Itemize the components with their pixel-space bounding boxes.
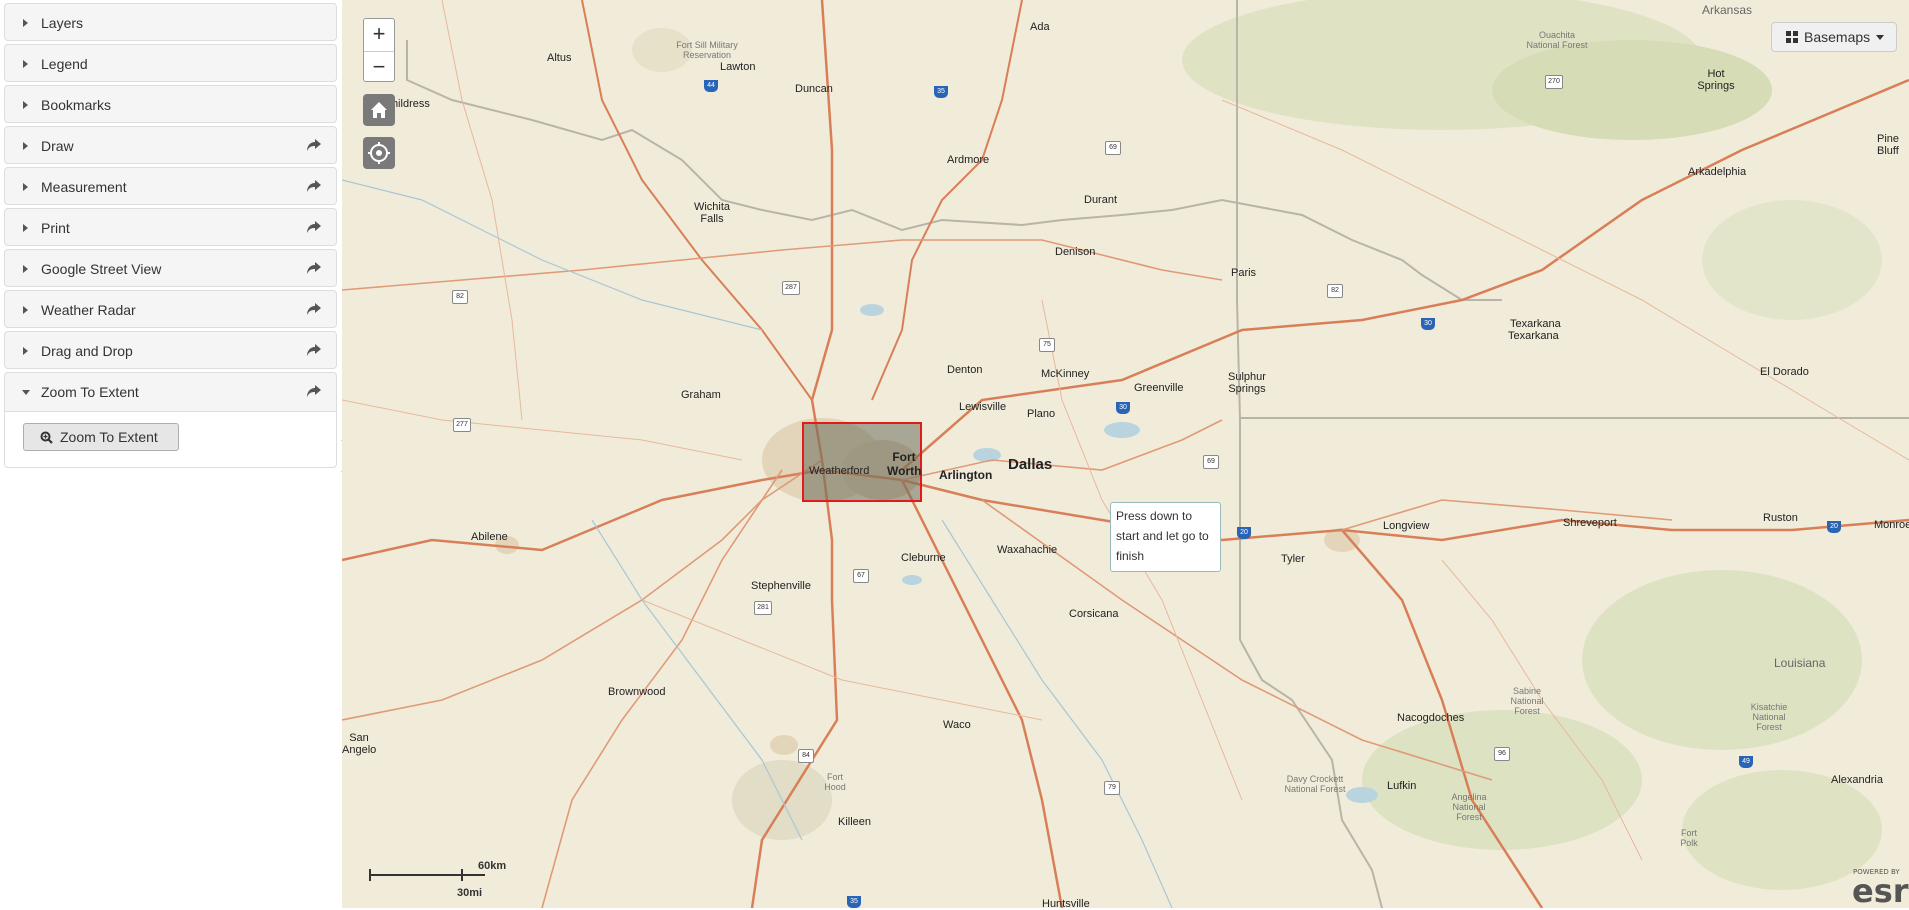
highway-shields: 44 35 69 82 287 75 30 82 270 30 277 69 2… bbox=[342, 0, 1909, 908]
interstate-shield: 44 bbox=[704, 80, 718, 92]
caret-right-icon bbox=[23, 183, 28, 191]
zoom-in-button[interactable]: + bbox=[364, 19, 394, 50]
basemaps-label: Basemaps bbox=[1804, 29, 1871, 45]
panel-title: Weather Radar bbox=[41, 302, 136, 318]
draw-tooltip: Press down to start and let go to finish bbox=[1110, 502, 1221, 572]
share-icon[interactable] bbox=[306, 384, 322, 398]
zoom-to-extent-panel-body: Zoom To Extent bbox=[4, 412, 337, 468]
panel-title: Bookmarks bbox=[41, 97, 112, 113]
home-button[interactable] bbox=[363, 94, 395, 126]
interstate-shield: 20 bbox=[1237, 527, 1251, 539]
share-icon[interactable] bbox=[306, 302, 322, 316]
locate-button[interactable] bbox=[363, 137, 395, 169]
panel-layers[interactable]: Layers bbox=[4, 3, 337, 41]
panel-title: Google Street View bbox=[41, 261, 162, 277]
scale-bar: 60km 30mi bbox=[369, 860, 506, 899]
interstate-shield: 30 bbox=[1421, 318, 1435, 330]
zoom-search-icon bbox=[40, 431, 53, 444]
scale-line bbox=[369, 874, 485, 876]
esri-logo: POWERED BY esri bbox=[1850, 866, 1909, 910]
us-route-shield: 281 bbox=[754, 601, 772, 615]
interstate-shield: 35 bbox=[934, 86, 948, 98]
zoom-to-extent-button-label: Zoom To Extent bbox=[60, 429, 158, 445]
panel-title: Measurement bbox=[41, 179, 127, 195]
us-route-shield: 79 bbox=[1104, 781, 1120, 795]
sidebar: Layers Legend Bookmarks Draw Measurement… bbox=[0, 0, 341, 908]
panel-title: Legend bbox=[41, 56, 88, 72]
caret-right-icon bbox=[23, 265, 28, 273]
us-route-shield: 277 bbox=[453, 418, 471, 432]
panel-title: Zoom To Extent bbox=[41, 384, 139, 400]
us-route-shield: 82 bbox=[452, 290, 468, 304]
us-route-shield: 270 bbox=[1545, 75, 1563, 89]
panel-title: Draw bbox=[41, 138, 74, 154]
caret-right-icon bbox=[23, 306, 28, 314]
us-route-shield: 82 bbox=[1327, 284, 1343, 298]
panel-draw[interactable]: Draw bbox=[4, 126, 337, 164]
scale-km-label: 60km bbox=[478, 860, 507, 872]
share-icon[interactable] bbox=[306, 179, 322, 193]
caret-down-icon bbox=[1876, 35, 1884, 40]
panel-bookmarks[interactable]: Bookmarks bbox=[4, 85, 337, 123]
map-view[interactable]: Ada Altus Lawton Fort Sill Military Rese… bbox=[342, 0, 1909, 908]
panel-legend[interactable]: Legend bbox=[4, 44, 337, 82]
scale-tick bbox=[369, 869, 371, 881]
grid-icon bbox=[1786, 31, 1798, 43]
caret-right-icon bbox=[23, 101, 28, 109]
panel-weather-radar[interactable]: Weather Radar bbox=[4, 290, 337, 328]
us-route-shield: 67 bbox=[853, 569, 869, 583]
panel-google-street-view[interactable]: Google Street View bbox=[4, 249, 337, 287]
panel-title: Layers bbox=[41, 15, 84, 31]
share-icon[interactable] bbox=[306, 220, 322, 234]
share-icon[interactable] bbox=[306, 138, 322, 152]
esri-wordmark: esri bbox=[1852, 872, 1909, 910]
us-route-shield: 69 bbox=[1105, 141, 1121, 155]
locate-icon bbox=[368, 142, 390, 164]
basemaps-button[interactable]: Basemaps bbox=[1771, 22, 1897, 52]
share-icon[interactable] bbox=[306, 343, 322, 357]
panel-drag-and-drop[interactable]: Drag and Drop bbox=[4, 331, 337, 369]
panel-measurement[interactable]: Measurement bbox=[4, 167, 337, 205]
zoom-control: + − bbox=[363, 18, 395, 82]
caret-right-icon bbox=[23, 142, 28, 150]
interstate-shield: 30 bbox=[1116, 402, 1130, 414]
share-icon[interactable] bbox=[306, 261, 322, 275]
us-route-shield: 69 bbox=[1203, 455, 1219, 469]
panel-print[interactable]: Print bbox=[4, 208, 337, 246]
zoom-out-button[interactable]: − bbox=[364, 51, 394, 83]
caret-right-icon bbox=[23, 19, 28, 27]
scale-mi-label: 30mi bbox=[457, 887, 483, 899]
interstate-shield: 35 bbox=[847, 896, 861, 908]
panel-zoom-to-extent[interactable]: Zoom To Extent bbox=[4, 372, 337, 412]
caret-right-icon bbox=[23, 60, 28, 68]
panel-title: Print bbox=[41, 220, 70, 236]
home-icon bbox=[371, 102, 387, 118]
panel-title: Drag and Drop bbox=[41, 343, 133, 359]
interstate-shield: 49 bbox=[1739, 756, 1753, 768]
us-route-shield: 75 bbox=[1039, 338, 1055, 352]
interstate-shield: 20 bbox=[1827, 521, 1841, 533]
caret-right-icon bbox=[23, 224, 28, 232]
caret-right-icon bbox=[23, 347, 28, 355]
scale-tick bbox=[461, 869, 463, 881]
zoom-to-extent-button[interactable]: Zoom To Extent bbox=[23, 423, 179, 451]
caret-down-icon bbox=[22, 390, 30, 395]
us-route-shield: 287 bbox=[782, 281, 800, 295]
us-route-shield: 84 bbox=[798, 749, 814, 763]
us-route-shield: 96 bbox=[1494, 747, 1510, 761]
